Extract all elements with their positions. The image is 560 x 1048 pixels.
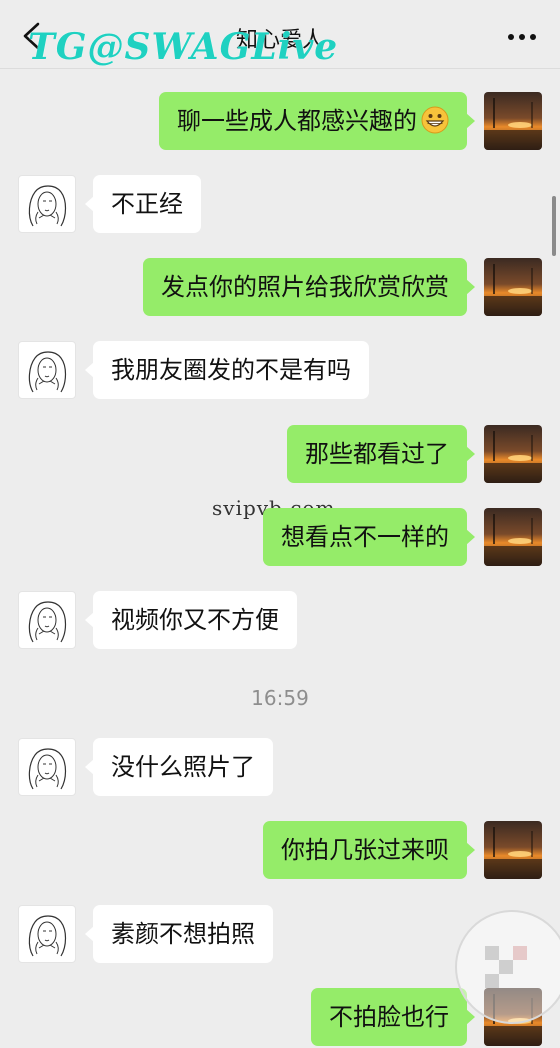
contact-avatar[interactable]: [18, 175, 76, 233]
message-bubble-sent[interactable]: 想看点不一样的: [263, 508, 475, 566]
message-bubble-sent[interactable]: 那些都看过了: [287, 425, 475, 483]
sketch-portrait-icon: [28, 915, 67, 957]
my-avatar[interactable]: [484, 92, 542, 150]
message-bubble-received[interactable]: 视频你又不方便: [85, 591, 297, 649]
sunset-photo-icon: [484, 821, 542, 879]
message-bubble-sent[interactable]: 你拍几张过来呗: [263, 821, 475, 879]
sunset-photo-icon: [484, 508, 542, 566]
sunset-photo-icon: [484, 425, 542, 483]
message-bubble-sent[interactable]: 聊一些成人都感兴趣的: [159, 92, 475, 150]
chat-timestamp: 16:59: [251, 686, 309, 710]
my-avatar[interactable]: [484, 425, 542, 483]
sketch-portrait-icon: [28, 748, 67, 790]
message-row: 不正经: [0, 175, 560, 235]
corner-logo-icon: [455, 910, 560, 1024]
message-bubble-received[interactable]: 不正经: [85, 175, 201, 233]
message-bubble-sent[interactable]: 不拍脸也行: [311, 988, 475, 1046]
message-row: 发点你的照片给我欣赏欣赏: [0, 258, 560, 318]
sketch-portrait-icon: [28, 601, 67, 643]
chat-header: 知心爱人: [0, 0, 560, 69]
message-row: 视频你又不方便: [0, 591, 560, 651]
message-text: 聊一些成人都感兴趣的: [177, 107, 417, 135]
my-avatar[interactable]: [484, 821, 542, 879]
message-row: 聊一些成人都感兴趣的: [0, 92, 560, 152]
contact-avatar[interactable]: [18, 591, 76, 649]
message-bubble-received[interactable]: 素颜不想拍照: [85, 905, 273, 963]
more-dots-icon[interactable]: [508, 34, 536, 42]
message-bubble-received[interactable]: 没什么照片了: [85, 738, 273, 796]
message-bubble-received[interactable]: 我朋友圈发的不是有吗: [85, 341, 369, 399]
message-row: 我朋友圈发的不是有吗: [0, 341, 560, 401]
my-avatar[interactable]: [484, 508, 542, 566]
sunset-photo-icon: [484, 92, 542, 150]
sunset-photo-icon: [484, 258, 542, 316]
chat-title: 知心爱人: [235, 28, 324, 53]
message-row: 你拍几张过来呗: [0, 821, 560, 881]
message-row: 那些都看过了: [0, 425, 560, 485]
sketch-portrait-icon: [28, 351, 67, 393]
grinning-face-icon: [421, 106, 449, 134]
message-row: 想看点不一样的: [0, 508, 560, 568]
contact-avatar[interactable]: [18, 341, 76, 399]
message-bubble-sent[interactable]: 发点你的照片给我欣赏欣赏: [143, 258, 475, 316]
sketch-portrait-icon: [28, 185, 67, 227]
contact-avatar[interactable]: [18, 905, 76, 963]
my-avatar[interactable]: [484, 258, 542, 316]
contact-avatar[interactable]: [18, 738, 76, 796]
message-row: 没什么照片了: [0, 738, 560, 798]
